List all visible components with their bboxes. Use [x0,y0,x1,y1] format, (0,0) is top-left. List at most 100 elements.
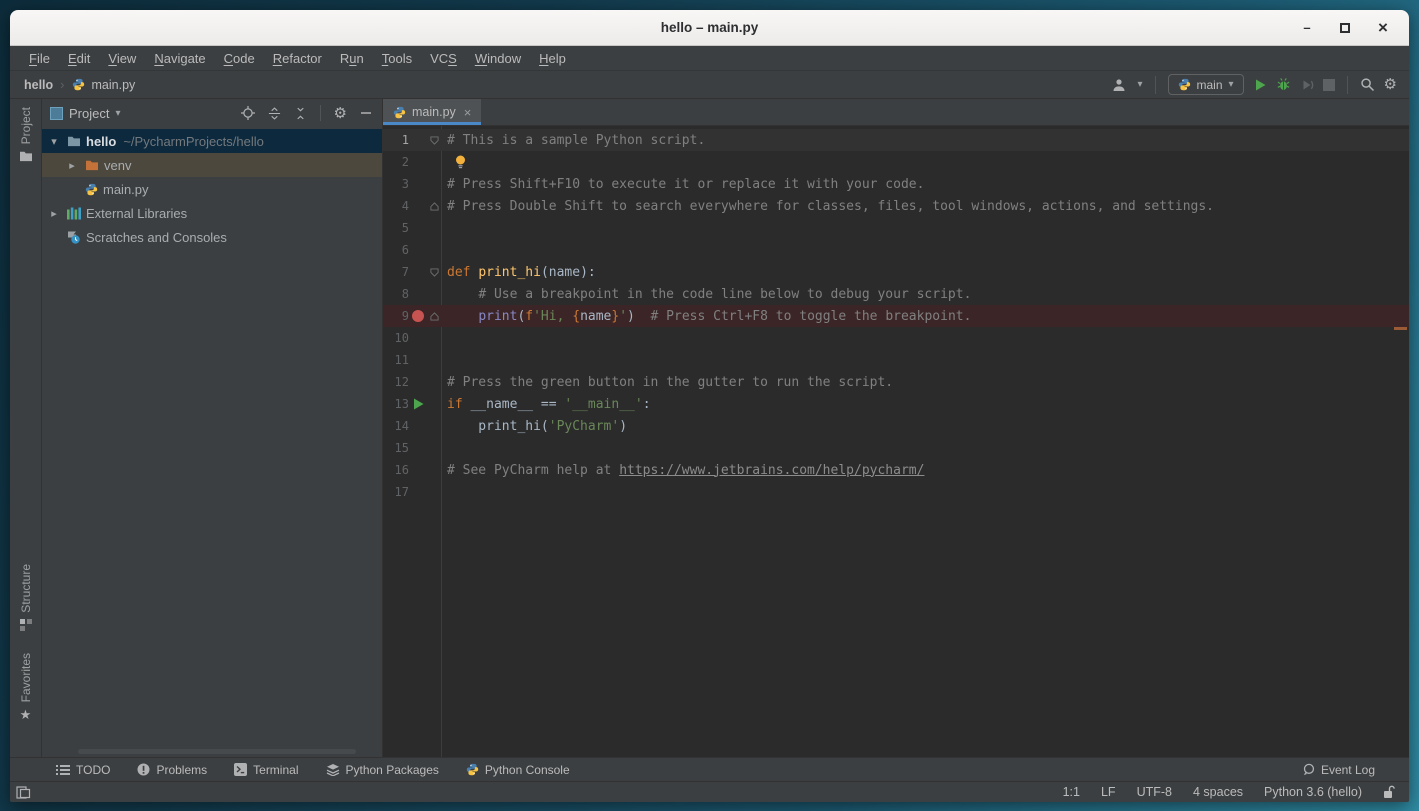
caret-position[interactable]: 1:1 [1063,785,1080,799]
fold-slot[interactable] [427,136,442,145]
code-line-4[interactable]: 4# Press Double Shift to search everywhe… [383,195,1409,217]
code-line-15[interactable]: 15 [383,437,1409,459]
menu-tools[interactable]: Tools [373,51,421,66]
unlocked-icon[interactable] [1383,785,1395,799]
line-number[interactable]: 9 [383,309,409,323]
expand-all-icon[interactable] [268,107,281,120]
line-number[interactable]: 12 [383,375,409,389]
code-line-6[interactable]: 6 [383,239,1409,261]
code-line-7[interactable]: 7def print_hi(name): [383,261,1409,283]
line-number[interactable]: 5 [383,221,409,235]
tree-item-scratches[interactable]: Scratches and Consoles [42,225,382,249]
indent-style[interactable]: 4 spaces [1193,785,1243,799]
line-number[interactable]: 15 [383,441,409,455]
run-button[interactable] [1253,78,1267,92]
tree-item-mainpy[interactable]: main.py [42,177,382,201]
user-icon[interactable] [1112,78,1128,92]
run-line-icon[interactable] [411,397,425,411]
menu-vcs[interactable]: VCS [421,51,466,66]
line-number[interactable]: 16 [383,463,409,477]
code-line-14[interactable]: 14 print_hi('PyCharm') [383,415,1409,437]
run-configuration-selector[interactable]: main ▾ [1168,74,1244,95]
stop-button[interactable] [1323,79,1335,91]
toolwindow-python-console[interactable]: Python Console [466,763,570,777]
tree-item-external-libraries[interactable]: ▸External Libraries [42,201,382,225]
menu-file[interactable]: File [20,51,59,66]
menu-edit[interactable]: Edit [59,51,99,66]
line-number[interactable]: 1 [383,133,409,147]
fold-start-icon[interactable] [430,268,439,277]
breadcrumb-file[interactable]: main.py [92,78,136,92]
fold-slot[interactable] [427,202,442,211]
settings-gear-button[interactable]: ⚙ [1384,77,1397,92]
line-number[interactable]: 8 [383,287,409,301]
code-editor[interactable]: 1# This is a sample Python script. 2 3# Pr… [383,126,1409,757]
debug-button[interactable] [1276,77,1291,92]
toolwindow-problems[interactable]: Problems [137,763,207,777]
minimize-button[interactable]: – [1299,20,1315,36]
file-encoding[interactable]: UTF-8 [1137,785,1172,799]
code-line-17[interactable]: 17 [383,481,1409,503]
line-number[interactable]: 3 [383,177,409,191]
chevron-down-icon[interactable]: ▾ [115,108,120,119]
python-interpreter[interactable]: Python 3.6 (hello) [1264,785,1362,799]
line-number[interactable]: 6 [383,243,409,257]
close-button[interactable]: × [1375,20,1391,36]
line-separator[interactable]: LF [1101,785,1116,799]
collapse-all-icon[interactable] [294,107,307,120]
toolwindow-todo[interactable]: TODO [56,763,110,777]
tree-chevron-icon[interactable]: ▸ [46,207,62,220]
line-number[interactable]: 14 [383,419,409,433]
menu-view[interactable]: View [99,51,145,66]
search-everywhere-button[interactable] [1360,77,1375,92]
code-line-5[interactable]: 5 [383,217,1409,239]
fold-start-icon[interactable] [430,136,439,145]
breakpoint-icon[interactable] [412,310,424,322]
gutter-icon-slot[interactable] [409,397,427,411]
tree-chevron-icon[interactable]: ▸ [64,159,80,172]
line-number[interactable]: 10 [383,331,409,345]
code-line-2[interactable]: 2 [383,151,1409,173]
tree-item-hello[interactable]: ▾hello~/PycharmProjects/hello [42,129,382,153]
code-line-1[interactable]: 1# This is a sample Python script. [383,129,1409,151]
toolwindow-toggle-icon[interactable] [16,786,31,799]
horizontal-scrollbar[interactable] [78,749,356,754]
line-number[interactable]: 11 [383,353,409,367]
line-number[interactable]: 4 [383,199,409,213]
lightbulb-icon[interactable] [455,155,466,169]
tab-mainpy[interactable]: main.py × [383,99,481,125]
code-line-9[interactable]: 9 print(f'Hi, {name}') # Press Ctrl+F8 t… [383,305,1409,327]
gutter-icon-slot[interactable] [409,310,427,322]
line-number[interactable]: 2 [383,155,409,169]
project-settings-gear-icon[interactable]: ⚙ [334,106,347,121]
code-line-10[interactable]: 10 [383,327,1409,349]
user-dropdown-chevron-icon[interactable]: ▾ [1137,79,1142,90]
stripe-structure[interactable]: Structure [19,564,33,631]
code-line-11[interactable]: 11 [383,349,1409,371]
help-url-link[interactable]: https://www.jetbrains.com/help/pycharm/ [619,463,924,478]
locate-icon[interactable] [241,106,255,120]
tree-item-venv[interactable]: ▸venv [42,153,382,177]
fold-end-icon[interactable] [430,312,439,321]
toolwindow-terminal[interactable]: Terminal [234,763,298,777]
fold-slot[interactable] [427,268,442,277]
code-line-3[interactable]: 3# Press Shift+F10 to execute it or repl… [383,173,1409,195]
menu-navigate[interactable]: Navigate [145,51,214,66]
stripe-project[interactable]: Project [19,107,33,162]
toolwindow-python-packages[interactable]: Python Packages [326,763,439,777]
breadcrumb-project[interactable]: hello [24,78,53,92]
code-line-13[interactable]: 13if __name__ == '__main__': [383,393,1409,415]
line-number[interactable]: 17 [383,485,409,499]
menu-window[interactable]: Window [466,51,530,66]
titlebar[interactable]: hello – main.py – × [10,10,1409,46]
hide-icon[interactable] [360,107,372,119]
code-line-12[interactable]: 12# Press the green button in the gutter… [383,371,1409,393]
tree-chevron-icon[interactable]: ▾ [46,135,62,148]
menu-run[interactable]: Run [331,51,373,66]
stripe-favorites[interactable]: Favorites★ [19,653,33,723]
fold-end-icon[interactable] [430,202,439,211]
maximize-button[interactable] [1337,20,1353,36]
event-log-button[interactable]: Event Log [1302,763,1375,777]
line-number[interactable]: 13 [383,397,409,411]
menu-code[interactable]: Code [215,51,264,66]
